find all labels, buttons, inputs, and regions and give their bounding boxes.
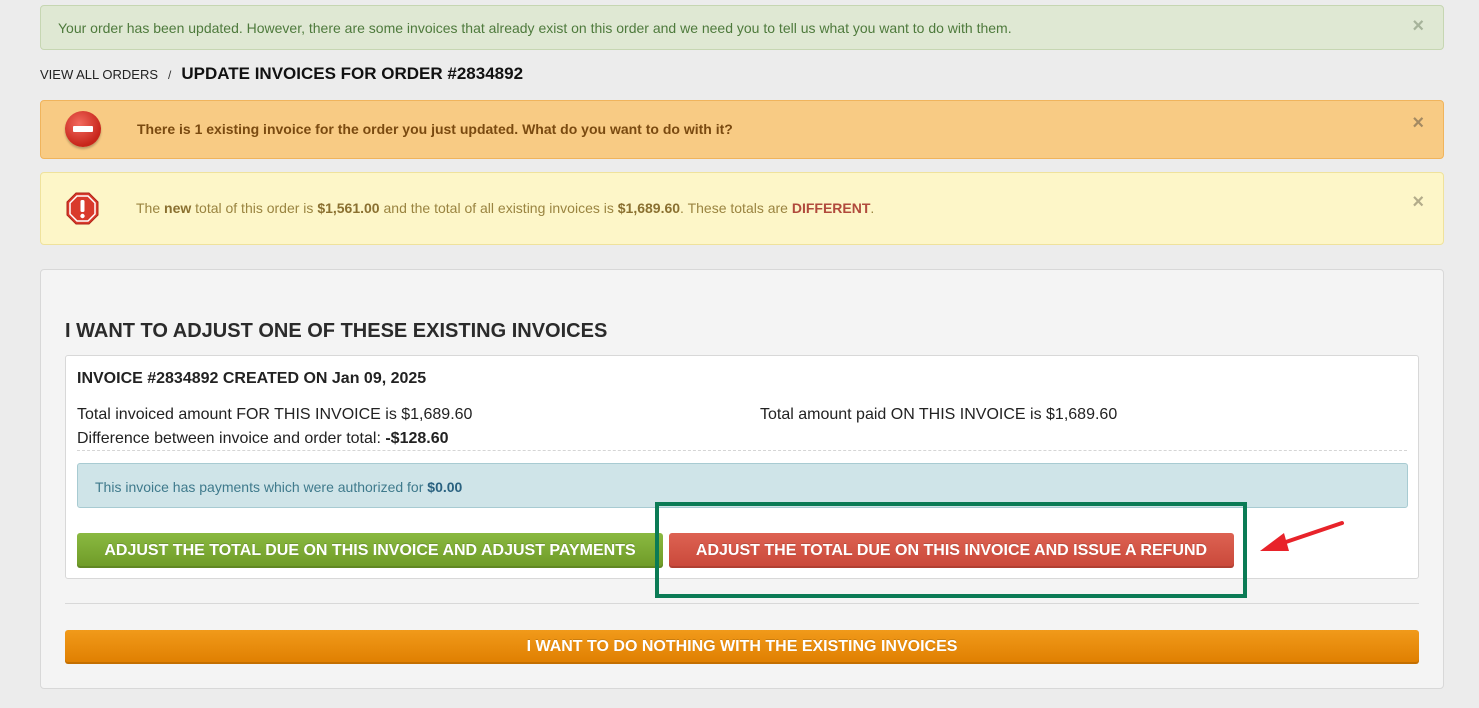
invoice-heading: INVOICE #2834892 CREATED ON Jan 09, 2025 bbox=[77, 370, 427, 387]
success-alert: Your order has been updated. However, th… bbox=[40, 5, 1444, 50]
invoiced-amount: Total invoiced amount FOR THIS INVOICE i… bbox=[77, 406, 473, 423]
totals-warning-alert: The new total of this order is $1,561.00… bbox=[40, 172, 1444, 245]
divider bbox=[77, 450, 1407, 451]
warning-text: and the total of all existing invoices i… bbox=[379, 200, 618, 216]
warning-text: . These totals are bbox=[680, 200, 792, 216]
breadcrumb-separator: / bbox=[168, 68, 172, 82]
existing-invoice-message: There is 1 existing invoice for the orde… bbox=[137, 121, 733, 137]
warning-new-word: new bbox=[164, 200, 192, 216]
success-alert-message: Your order has been updated. However, th… bbox=[58, 20, 1012, 36]
warning-text: . bbox=[870, 200, 875, 216]
authorized-amount: $0.00 bbox=[427, 479, 463, 495]
red-arrow-icon bbox=[1260, 521, 1344, 551]
amount-paid: Total amount paid ON THIS INVOICE is $1,… bbox=[760, 406, 1118, 423]
payment-authorization-info: This invoice has payments which were aut… bbox=[77, 463, 1408, 508]
page-title: UPDATE INVOICES FOR ORDER #2834892 bbox=[181, 64, 524, 83]
info-message: This invoice has payments which were aut… bbox=[95, 479, 462, 495]
adjust-payments-button[interactable]: ADJUST THE TOTAL DUE ON THIS INVOICE AND… bbox=[77, 533, 663, 568]
breadcrumb-view-all-orders-link[interactable]: VIEW ALL ORDERS bbox=[40, 67, 158, 82]
existing-invoice-alert: There is 1 existing invoice for the orde… bbox=[40, 100, 1444, 159]
info-text: This invoice has payments which were aut… bbox=[95, 479, 428, 495]
section-title: I WANT TO ADJUST ONE OF THESE EXISTING I… bbox=[65, 320, 608, 342]
adjust-invoices-panel: I WANT TO ADJUST ONE OF THESE EXISTING I… bbox=[40, 269, 1444, 689]
issue-refund-button[interactable]: ADJUST THE TOTAL DUE ON THIS INVOICE AND… bbox=[669, 533, 1234, 568]
exclamation-octagon-icon bbox=[66, 192, 99, 225]
breadcrumb: VIEW ALL ORDERS / UPDATE INVOICES FOR OR… bbox=[40, 64, 523, 84]
do-nothing-button[interactable]: I WANT TO DO NOTHING WITH THE EXISTING I… bbox=[65, 630, 1419, 664]
totals-status: DIFFERENT bbox=[791, 200, 871, 216]
invoice-card: INVOICE #2834892 CREATED ON Jan 09, 2025… bbox=[65, 355, 1419, 579]
warning-text: The bbox=[136, 200, 165, 216]
close-icon[interactable]: × bbox=[1412, 113, 1424, 133]
difference-line: Difference between invoice and order tot… bbox=[77, 430, 449, 448]
stop-icon bbox=[65, 111, 101, 147]
order-total-value: $1,561.00 bbox=[317, 200, 380, 216]
invoices-total-value: $1,689.60 bbox=[617, 200, 681, 216]
divider bbox=[65, 603, 1419, 604]
close-icon[interactable]: × bbox=[1412, 192, 1424, 212]
close-icon[interactable]: × bbox=[1412, 16, 1424, 36]
difference-value: -$128.60 bbox=[385, 430, 449, 447]
warning-text: total of this order is bbox=[191, 200, 318, 216]
difference-label: Difference between invoice and order tot… bbox=[77, 430, 386, 447]
totals-warning-message: The new total of this order is $1,561.00… bbox=[136, 200, 874, 216]
